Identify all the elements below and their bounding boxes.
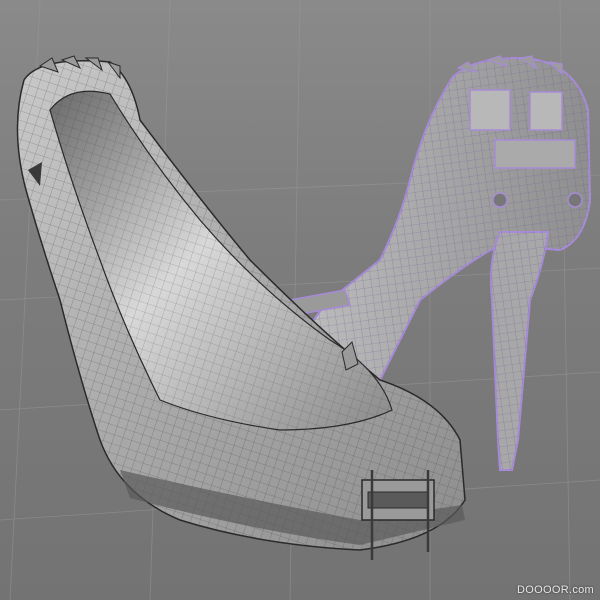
viewport-canvas [0,0,600,600]
watermark-text: DOOOOR.com [517,584,594,596]
3d-viewport[interactable]: DOOOOR.com [0,0,600,600]
